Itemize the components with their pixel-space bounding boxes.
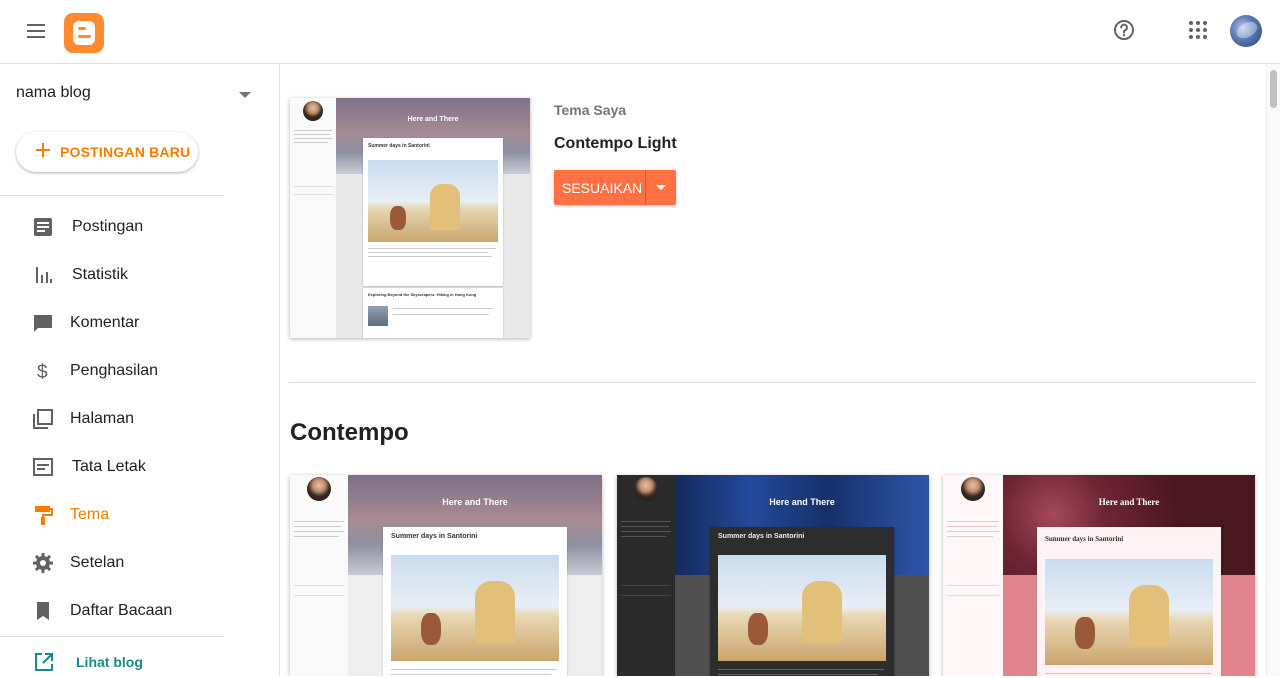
sidebar-item-label: Daftar Bacaan xyxy=(70,602,173,619)
sidebar-item-label: Tata Letak xyxy=(72,458,146,475)
new-post-button[interactable]: POSTINGAN BARU xyxy=(16,132,198,172)
theme-card-contempo-dark[interactable]: Here and There Summer days in Santorini xyxy=(617,475,929,676)
plus-icon xyxy=(36,143,50,157)
scrollbar-thumb[interactable] xyxy=(1270,70,1277,108)
theme-preview: Here and There Summer days in Santorini xyxy=(943,475,1255,676)
customize-button[interactable]: SESUAIKAN xyxy=(554,170,645,205)
preview-portrait xyxy=(961,477,985,501)
preview-blog-title: Here and There xyxy=(442,497,508,507)
gear-icon xyxy=(32,552,54,574)
theme-family-title: Contempo xyxy=(290,419,409,446)
preview-image xyxy=(368,306,388,326)
sidebar-item-label: Postingan xyxy=(72,218,144,235)
preview-image xyxy=(718,555,886,661)
sidebar-item-settings[interactable]: Setelan xyxy=(0,540,280,588)
pages-icon xyxy=(32,408,54,430)
preview-post-title: Exploring Beyond the Skyscrapers: Hiking… xyxy=(368,292,477,297)
current-theme-name: Contempo Light xyxy=(554,135,677,152)
customize-label: SESUAIKAN xyxy=(562,180,643,196)
blog-selector[interactable]: nama blog xyxy=(16,84,256,106)
sidebar-item-label: Tema xyxy=(70,506,110,523)
preview-portrait xyxy=(307,477,331,501)
preview-post-card: Summer days in Santorini xyxy=(1037,527,1221,676)
view-blog-label: Lihat blog xyxy=(76,654,143,670)
chevron-down-icon xyxy=(239,92,251,98)
apps-grid-icon[interactable] xyxy=(1186,18,1210,42)
sidebar-item-layout[interactable]: Tata Letak xyxy=(0,444,280,492)
posts-icon xyxy=(32,216,54,238)
sidebar-nav: Postingan Statistik Komentar $ Penghasil… xyxy=(0,204,280,636)
theme-card-contempo-floral[interactable]: Here and There Summer days in Santorini xyxy=(943,475,1255,676)
sidebar-item-earnings[interactable]: $ Penghasilan xyxy=(0,348,280,396)
sidebar-item-label: Setelan xyxy=(70,554,125,571)
dollar-icon: $ xyxy=(32,360,54,383)
my-theme-label: Tema Saya xyxy=(554,102,627,118)
open-external-icon xyxy=(34,652,54,672)
preview-post-card: Summer days in Santorini xyxy=(710,527,894,676)
main-content: Here and There Summer days in Santorini … xyxy=(281,64,1268,676)
preview-sidebar xyxy=(617,475,675,676)
svg-text:$: $ xyxy=(37,362,48,382)
sidebar-item-label: Statistik xyxy=(72,266,129,283)
preview-image xyxy=(368,160,498,242)
bookmark-icon xyxy=(32,600,54,622)
stats-icon xyxy=(32,264,54,286)
section-divider xyxy=(290,382,1256,383)
blogger-logo[interactable] xyxy=(64,13,104,53)
preview-post-title: Summer days in Santorini xyxy=(368,143,430,149)
sidebar-item-pages[interactable]: Halaman xyxy=(0,396,280,444)
top-app-bar xyxy=(0,0,1280,64)
preview-post-card: Summer days in Santorini xyxy=(363,138,503,286)
sidebar-item-posts[interactable]: Postingan xyxy=(0,204,280,252)
hamburger-icon[interactable] xyxy=(24,20,48,44)
sidebar-item-theme[interactable]: Tema xyxy=(0,492,280,540)
sidebar-divider xyxy=(0,636,224,637)
sidebar-item-reading-list[interactable]: Daftar Bacaan xyxy=(0,588,280,636)
theme-preview: Here and There Summer days in Santorini xyxy=(617,475,929,676)
sidebar-item-label: Penghasilan xyxy=(70,362,159,379)
account-avatar[interactable] xyxy=(1230,15,1262,47)
sidebar-divider xyxy=(0,195,224,196)
theme-card-contempo-light[interactable]: Here and There Summer days in Santorini xyxy=(290,475,602,676)
preview-post-title: Summer days in Santorini xyxy=(391,533,478,540)
preview-portrait xyxy=(303,101,323,121)
preview-post-title: Summer days in Santorini xyxy=(1045,535,1124,543)
preview-sidebar xyxy=(290,98,336,338)
preview-sidebar xyxy=(943,475,1003,676)
theme-roller-icon xyxy=(32,504,54,526)
view-blog-link[interactable]: Lihat blog xyxy=(0,644,224,678)
sidebar-item-stats[interactable]: Statistik xyxy=(0,252,280,300)
preview-sidebar xyxy=(290,475,348,676)
sidebar-item-label: Komentar xyxy=(70,314,140,331)
theme-preview: Here and There Summer days in Santorini xyxy=(290,475,602,676)
preview-blog-title: Here and There xyxy=(769,497,835,507)
new-post-label: POSTINGAN BARU xyxy=(60,144,191,160)
preview-post-title: Summer days in Santorini xyxy=(718,533,805,540)
layout-icon xyxy=(32,456,54,478)
preview-blog-title: Here and There xyxy=(407,116,459,123)
customize-button-group: SESUAIKAN xyxy=(554,170,676,205)
sidebar: nama blog POSTINGAN BARU Postingan Stati… xyxy=(0,64,280,676)
page-scrollbar[interactable] xyxy=(1266,64,1280,676)
theme-preview: Here and There Summer days in Santorini … xyxy=(290,98,530,338)
customize-dropdown-button[interactable] xyxy=(646,170,676,205)
preview-image xyxy=(1045,559,1213,665)
current-theme-preview[interactable]: Here and There Summer days in Santorini … xyxy=(290,98,530,338)
preview-portrait xyxy=(634,477,658,501)
preview-post-card: Summer days in Santorini xyxy=(383,527,567,676)
comments-icon xyxy=(32,312,54,334)
preview-blog-title: Here and There xyxy=(1098,497,1160,507)
help-icon[interactable] xyxy=(1112,18,1136,42)
sidebar-item-comments[interactable]: Komentar xyxy=(0,300,280,348)
preview-post-card: Exploring Beyond the Skyscrapers: Hiking… xyxy=(363,288,503,338)
preview-image xyxy=(391,555,559,661)
sidebar-item-label: Halaman xyxy=(70,410,135,427)
blog-name: nama blog xyxy=(16,84,91,101)
